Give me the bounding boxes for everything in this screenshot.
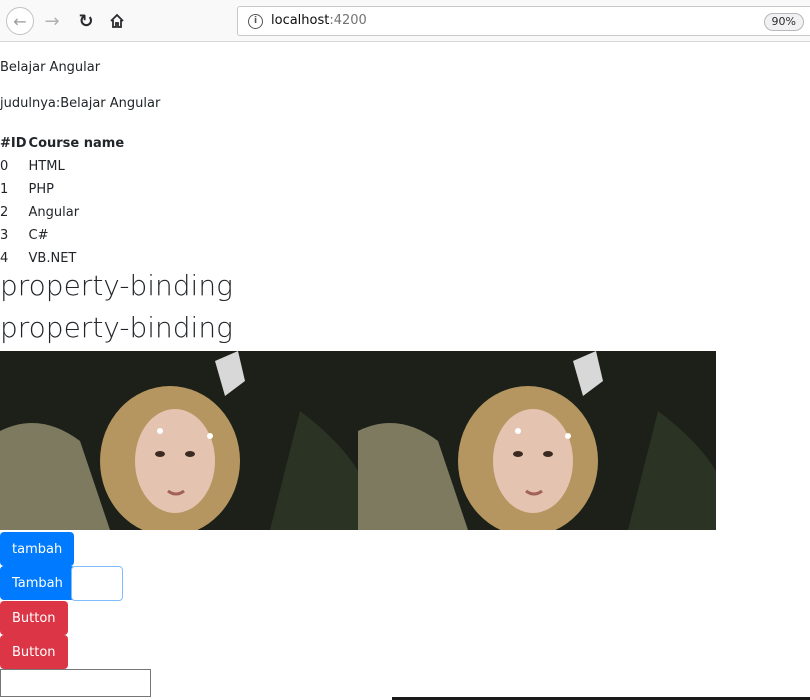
table-cell-name: Angular (28, 205, 80, 220)
image-row (0, 351, 716, 530)
page-subtitle-text: judulnya:Belajar Angular (0, 96, 161, 111)
column-header-course-name: Course name (28, 135, 125, 151)
info-icon[interactable]: i (248, 14, 263, 29)
table-row: 4 VB.NET (0, 247, 126, 270)
home-icon[interactable] (103, 7, 131, 35)
reload-icon[interactable]: ↻ (72, 7, 100, 35)
url-host: localhost (271, 13, 330, 28)
tambah-input[interactable] (71, 566, 123, 601)
button-red-2[interactable]: Button (0, 635, 68, 669)
column-header-id: #ID (0, 135, 27, 151)
table-cell-id: 2 (0, 205, 9, 220)
table-header-row: #ID Course name (0, 131, 126, 155)
url-text: localhost:4200 (271, 13, 367, 28)
table-cell-id: 1 (0, 182, 9, 197)
tambah-button[interactable]: Tambah (0, 566, 75, 600)
table-cell-id: 3 (0, 228, 9, 243)
girl-photo-2 (358, 351, 716, 530)
heading-property-binding-1: property-binding (0, 269, 233, 302)
table-cell-id: 0 (0, 159, 9, 174)
course-table: #ID Course name 0 HTML 1 PHP 2 Angular 3… (0, 131, 126, 270)
back-arrow-icon[interactable]: ← (6, 7, 34, 35)
button-red-1[interactable]: Button (0, 601, 68, 635)
address-bar[interactable]: i localhost:4200 90% (237, 6, 810, 36)
heading-property-binding-2: property-binding (0, 311, 233, 344)
text-input[interactable] (0, 669, 151, 697)
table-cell-id: 4 (0, 251, 9, 266)
forward-arrow-icon[interactable]: → (38, 7, 66, 35)
table-row: 2 Angular (0, 201, 126, 224)
tambah-button-lower[interactable]: tambah (0, 532, 75, 566)
table-row: 0 HTML (0, 155, 126, 178)
girl-photo-1 (0, 351, 358, 530)
table-cell-name: VB.NET (28, 251, 77, 266)
zoom-level-badge[interactable]: 90% (763, 13, 804, 31)
table-cell-name: PHP (28, 182, 54, 197)
page-title-text: Belajar Angular (0, 60, 101, 75)
browser-toolbar: ← → ↻ i localhost:4200 90% (0, 0, 810, 42)
table-cell-name: C# (28, 228, 49, 243)
table-row: 3 C# (0, 224, 126, 247)
table-row: 1 PHP (0, 178, 126, 201)
url-port: :4200 (329, 13, 367, 28)
table-cell-name: HTML (28, 159, 65, 174)
